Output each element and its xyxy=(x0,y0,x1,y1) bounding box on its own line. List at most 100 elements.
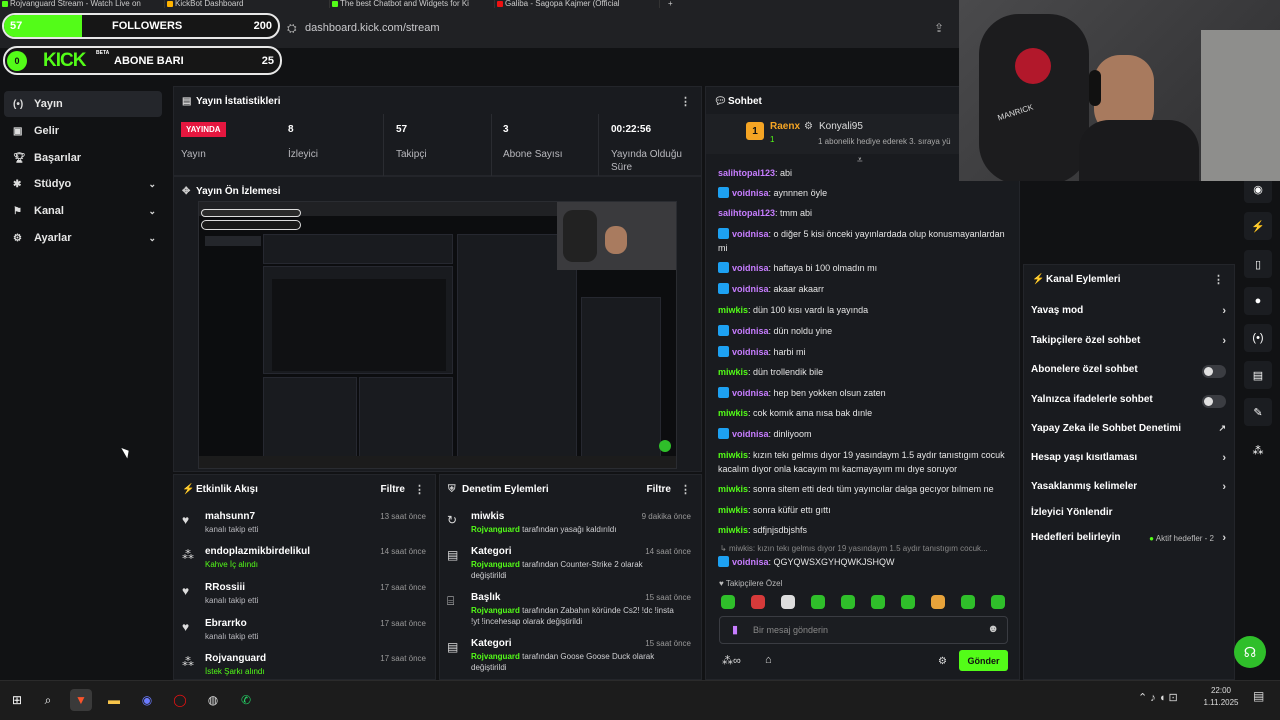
filter-button[interactable]: Filtre xyxy=(647,484,671,495)
chat-username[interactable]: miwkis xyxy=(718,450,748,460)
browser-tab[interactable]: Rojvanguard Stream - Watch Live on xyxy=(0,0,165,8)
action-item[interactable]: Hedefleri belirleyin › ● Aktif hedefler - … xyxy=(1031,532,1226,548)
sidebar-item-gelir[interactable]: ▣ Gelir xyxy=(4,118,162,144)
action-item[interactable]: Yavaş mod › xyxy=(1031,305,1226,321)
support-chat-icon[interactable]: ☊ xyxy=(1234,636,1266,668)
more-menu-icon[interactable]: ⋮ xyxy=(680,483,691,496)
taskbar-time[interactable]: 22:00 xyxy=(1196,686,1246,695)
emote-button[interactable] xyxy=(781,595,795,609)
layout-icon[interactable]: ▤ xyxy=(1244,361,1272,389)
action-item[interactable]: Takipçilere özel sohbet › xyxy=(1031,335,1226,351)
more-menu-icon[interactable]: ⋮ xyxy=(414,483,425,496)
emote-button[interactable] xyxy=(961,595,975,609)
chat-input[interactable]: ▮ Bir mesaj gönderin ☻ xyxy=(719,616,1008,644)
action-item[interactable]: Yapay Zeka ile Sohbet Denetimi ↗ xyxy=(1031,423,1226,439)
more-tools-icon[interactable]: ⁂ xyxy=(1244,436,1272,464)
more-menu-icon[interactable]: ⋮ xyxy=(680,95,691,108)
opera-icon[interactable]: ◯ xyxy=(169,689,191,711)
action-item[interactable]: İzleyici Yönlendir xyxy=(1031,507,1226,523)
filter-button[interactable]: Filtre xyxy=(381,484,405,495)
emote-button[interactable] xyxy=(841,595,855,609)
chat-username[interactable]: miwkis xyxy=(718,305,748,315)
action-toggle[interactable] xyxy=(1202,395,1226,408)
windows-start-icon[interactable]: ⊞ xyxy=(6,689,28,711)
send-button[interactable]: Gönder xyxy=(959,650,1008,671)
brave-browser-icon[interactable]: ▼ xyxy=(70,689,92,711)
pinned-user[interactable]: Raenx xyxy=(770,121,800,132)
site-info-icon[interactable]: ⛭ xyxy=(287,21,297,36)
system-tray-icons[interactable]: ⌃ ♪ ◖ ⊡ xyxy=(1138,691,1178,704)
activity-user[interactable]: Rojvanguard xyxy=(205,653,266,664)
chat-username[interactable]: voidnisa xyxy=(732,229,769,239)
emote-button[interactable] xyxy=(811,595,825,609)
activity-user[interactable]: endoplazmikbirdelikul xyxy=(205,546,310,557)
chat-username[interactable]: voidnisa xyxy=(732,188,769,198)
sidebar-item-kanal[interactable]: ⚑ Kanal ⌄ xyxy=(4,198,162,224)
microphone-icon[interactable]: ▮ xyxy=(732,623,738,636)
chat-username[interactable]: salihtopal123 xyxy=(718,168,775,178)
more-menu-icon[interactable]: ⋮ xyxy=(1213,273,1224,286)
chat-username[interactable]: voidnisa xyxy=(732,388,769,398)
flash-icon[interactable]: ⚡ xyxy=(1244,212,1272,240)
taskbar-date[interactable]: 1.11.2025 xyxy=(1196,698,1246,707)
whatsapp-icon[interactable]: ✆ xyxy=(235,689,257,711)
filter-icon[interactable]: ⩡ xyxy=(857,155,863,166)
stream-preview-video[interactable] xyxy=(198,201,677,469)
file-explorer-icon[interactable]: ▬ xyxy=(103,689,125,711)
chat-settings-icon[interactable]: ⚙ xyxy=(938,656,947,667)
panel-title: Yayın Ön İzlemesi xyxy=(196,185,281,197)
browser-tab[interactable]: KickBot Dashboard xyxy=(165,0,330,8)
pinned-gifter[interactable]: Konyali95 xyxy=(819,121,863,132)
emoji-icon[interactable]: ☻ xyxy=(987,623,999,635)
chat-username[interactable]: voidnisa xyxy=(732,347,769,357)
emote-button[interactable] xyxy=(901,595,915,609)
new-tab-button[interactable]: + xyxy=(660,0,673,8)
activity-user[interactable]: Ebrarrko xyxy=(205,618,247,629)
chat-username[interactable]: voidnisa xyxy=(732,284,769,294)
chat-username[interactable]: salihtopal123 xyxy=(718,208,775,218)
chat-username[interactable]: voidnisa xyxy=(732,429,769,439)
emote-button[interactable] xyxy=(991,595,1005,609)
activity-user[interactable]: RRossiii xyxy=(205,582,245,593)
emote-button[interactable] xyxy=(751,595,765,609)
chat-username[interactable]: voidnisa xyxy=(732,557,769,567)
sidebar-item-ayarlar[interactable]: ⚙ Ayarlar ⌄ xyxy=(4,225,162,251)
obs-icon[interactable]: ◍ xyxy=(202,689,224,711)
action-toggle[interactable] xyxy=(1202,365,1226,378)
browser-tab[interactable]: Galiba - Sagopa Kajmer (Official xyxy=(495,0,660,8)
store-icon[interactable]: ⌂ xyxy=(765,654,772,666)
wrench-icon[interactable]: ✎ xyxy=(1244,398,1272,426)
action-item[interactable]: Yalnızca ifadelerle sohbet xyxy=(1031,394,1226,410)
combo-icon[interactable]: ⁂∞ xyxy=(722,654,741,667)
emote-button[interactable] xyxy=(931,595,945,609)
search-icon[interactable]: ⌕ xyxy=(37,689,59,711)
url-field[interactable]: dashboard.kick.com/stream xyxy=(305,22,440,34)
sidebar-item-studyo[interactable]: ✱ Stüdyo ⌄ xyxy=(4,171,162,197)
moderation-actor[interactable]: Rojvanguard xyxy=(471,525,520,534)
notes-icon[interactable]: ▯ xyxy=(1244,250,1272,278)
sidebar-item-yayin[interactable]: (•) Yayın xyxy=(4,91,162,117)
sidebar-item-basarilar[interactable]: 🏆︎ Başarılar xyxy=(4,145,162,171)
chat-username[interactable]: miwkis xyxy=(718,525,748,535)
chat-bubble-icon[interactable]: ● xyxy=(1244,287,1272,315)
chat-username[interactable]: miwkis xyxy=(718,505,748,515)
chat-username[interactable]: miwkis xyxy=(718,408,748,418)
action-item[interactable]: Yasaklanmış kelimeler › xyxy=(1031,481,1226,497)
chat-username[interactable]: miwkis xyxy=(718,484,748,494)
chat-username[interactable]: voidnisa xyxy=(732,326,769,336)
chat-username[interactable]: voidnisa xyxy=(732,263,769,273)
chat-username[interactable]: miwkis xyxy=(718,367,748,377)
moderation-actor[interactable]: Rojvanguard xyxy=(471,560,520,569)
discord-icon[interactable]: ◉ xyxy=(136,689,158,711)
emote-button[interactable] xyxy=(721,595,735,609)
moderation-actor[interactable]: Rojvanguard xyxy=(471,606,520,615)
emote-button[interactable] xyxy=(871,595,885,609)
notification-icon[interactable]: ▤ xyxy=(1253,689,1264,703)
share-icon[interactable]: ⇪ xyxy=(934,21,944,35)
browser-tab[interactable]: The best Chatbot and Widgets for Ki xyxy=(330,0,495,8)
activity-user[interactable]: mahsunn7 xyxy=(205,511,255,522)
action-item[interactable]: Abonelere özel sohbet xyxy=(1031,364,1226,380)
broadcast-icon[interactable]: (•) xyxy=(1244,324,1272,352)
moderation-actor[interactable]: Rojvanguard xyxy=(471,652,520,661)
action-item[interactable]: Hesap yaşı kısıtlaması › xyxy=(1031,452,1226,468)
